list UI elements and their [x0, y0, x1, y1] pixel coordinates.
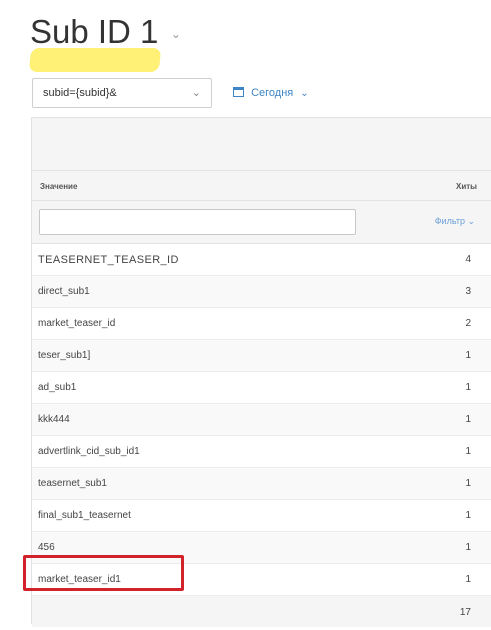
row-value: teser_sub1]	[38, 350, 91, 361]
table-row[interactable]: market_teaser_id 2	[32, 308, 491, 340]
chevron-down-icon[interactable]: ⌄	[171, 27, 181, 41]
filter-button[interactable]: Фильтр ⌄	[435, 216, 475, 227]
subid-select-value: subid={subid}&	[43, 87, 117, 99]
row-value: advertlink_cid_sub_id1	[38, 446, 140, 457]
column-header-hits[interactable]: Хиты	[456, 182, 477, 191]
total-hits: 17	[459, 607, 471, 618]
date-range-label: Сегодня	[251, 87, 294, 99]
subid-select[interactable]: subid={subid}& ⌄	[32, 78, 212, 108]
total-row: 17	[32, 596, 491, 627]
chevron-down-icon: ⌄	[300, 88, 309, 99]
row-hits: 1	[465, 382, 471, 393]
row-value: 456	[38, 542, 55, 553]
table-row[interactable]: ad_sub1 1	[32, 372, 491, 404]
row-value: final_sub1_teasernet	[38, 510, 131, 521]
row-hits: 1	[465, 478, 471, 489]
table-row[interactable]: final_sub1_teasernet 1	[32, 500, 491, 532]
title-area: Sub ID 1 ⌄	[28, 8, 181, 72]
page-title: Sub ID 1	[30, 13, 159, 50]
row-value: teasernet_sub1	[38, 478, 107, 489]
chevron-down-icon: ⌄	[191, 87, 201, 99]
calendar-icon	[233, 87, 244, 97]
table-toolbar-area	[32, 118, 491, 171]
filter-input[interactable]	[39, 209, 356, 235]
highlight-annotation-box	[23, 555, 184, 591]
row-hits: 1	[465, 446, 471, 457]
table-row[interactable]: teasernet_sub1 1	[32, 468, 491, 500]
row-hits: 1	[465, 510, 471, 521]
table-row[interactable]: direct_sub1 3	[32, 276, 491, 308]
row-value: market_teaser_id	[38, 318, 116, 329]
row-value: TEASERNET_TEASER_ID	[38, 254, 179, 266]
row-value: kkk444	[38, 414, 70, 425]
row-hits: 1	[465, 350, 471, 361]
table-row[interactable]: TEASERNET_TEASER_ID 4	[32, 244, 491, 276]
table-header: Значение Хиты	[32, 171, 491, 201]
table-row[interactable]: teser_sub1] 1	[32, 340, 491, 372]
report-table: Значение Хиты Фильтр ⌄ TEASERNET_TEASER_…	[31, 117, 491, 627]
date-range-button[interactable]: Сегодня ⌄	[233, 78, 309, 108]
row-hits: 2	[465, 318, 471, 329]
table-row[interactable]: advertlink_cid_sub_id1 1	[32, 436, 491, 468]
row-hits: 4	[465, 254, 471, 265]
row-value: direct_sub1	[38, 286, 90, 297]
column-header-value[interactable]: Значение	[40, 182, 77, 191]
row-hits: 1	[465, 574, 471, 585]
row-hits: 1	[465, 542, 471, 553]
row-value: ad_sub1	[38, 382, 77, 393]
row-hits: 1	[465, 414, 471, 425]
filter-row: Фильтр ⌄	[32, 201, 491, 244]
table-row[interactable]: kkk444 1	[32, 404, 491, 436]
row-hits: 3	[465, 286, 471, 297]
